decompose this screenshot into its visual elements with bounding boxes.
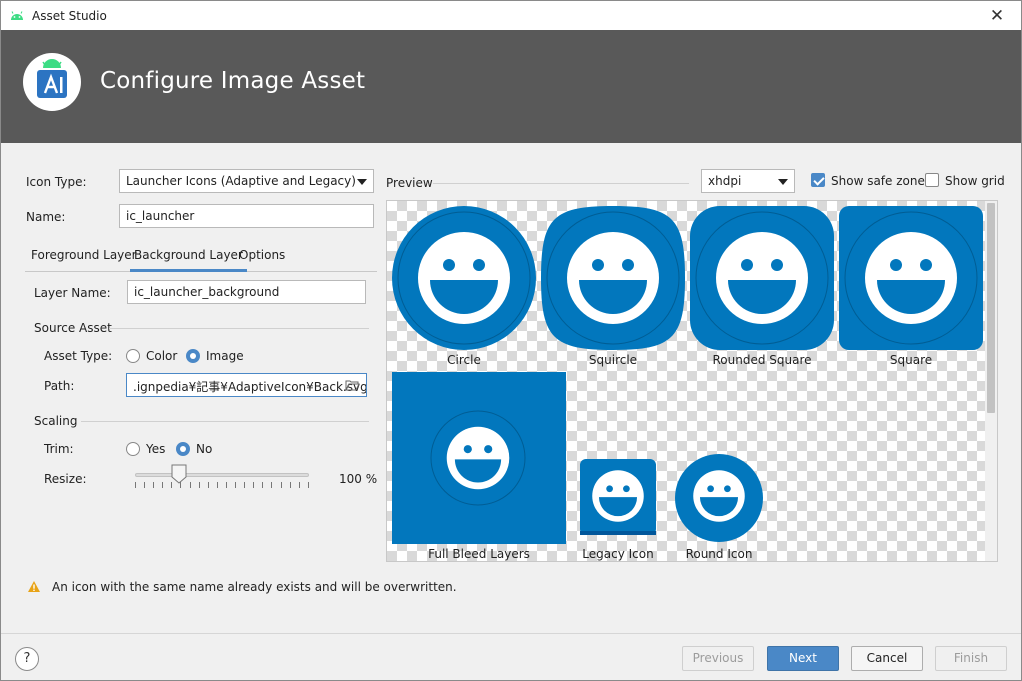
- page-title: Configure Image Asset: [100, 68, 366, 94]
- legacy-icon: [580, 459, 656, 535]
- icon-caption-rounded-square: Rounded Square: [712, 353, 812, 367]
- chevron-down-icon: [778, 179, 788, 185]
- android-studio-icon: [11, 11, 23, 20]
- preview-scrollbar[interactable]: [985, 201, 997, 561]
- asset-type-image-radio[interactable]: [186, 349, 200, 363]
- layer-tabs: Foreground Layer Background Layer Option…: [25, 242, 377, 272]
- icon-caption-round: Round Icon: [685, 547, 753, 561]
- resize-slider-thumb[interactable]: [171, 464, 187, 484]
- density-select[interactable]: xhdpi: [701, 169, 795, 193]
- icon-caption-legacy: Legacy Icon: [582, 547, 654, 561]
- asset-type-label: Asset Type:: [44, 349, 113, 363]
- rounded-square-icon: [690, 206, 834, 350]
- layer-name-label: Layer Name:: [34, 286, 111, 300]
- show-grid-checkbox[interactable]: [925, 173, 939, 187]
- preview-label: Preview: [386, 176, 433, 190]
- window-title: Asset Studio: [32, 9, 107, 23]
- header-banner: Configure Image Asset: [1, 30, 1021, 143]
- source-asset-title: Source Asset: [34, 321, 112, 335]
- square-icon: [839, 206, 983, 350]
- warning-icon: [28, 581, 40, 592]
- layer-name-input[interactable]: ic_launcher_background: [127, 280, 366, 304]
- android-studio-logo: [23, 53, 81, 111]
- icon-type-value: Launcher Icons (Adaptive and Legacy): [126, 174, 356, 188]
- icon-type-label: Icon Type:: [26, 175, 87, 189]
- trim-yes-radio[interactable]: [126, 442, 140, 456]
- tab-background-layer[interactable]: Background Layer: [130, 246, 247, 272]
- section-divider: [433, 183, 689, 184]
- trim-yes-label: Yes: [146, 442, 166, 456]
- scaling-title: Scaling: [34, 414, 78, 428]
- android-studio-logo-icon: [37, 59, 67, 98]
- trim-label: Trim:: [44, 442, 74, 456]
- show-grid-label: Show grid: [945, 174, 1005, 188]
- preview-area: Circle Squircle Rounded Square Square Fu…: [386, 200, 998, 562]
- asset-studio-window: Asset Studio ✕ Configure Image Asset Ico…: [0, 0, 1022, 681]
- trim-no-radio[interactable]: [176, 442, 190, 456]
- asset-type-color-label: Color: [146, 349, 178, 363]
- show-safe-zone-label: Show safe zone: [831, 174, 925, 188]
- icon-caption-circle: Circle: [447, 353, 481, 367]
- section-divider: [81, 421, 369, 422]
- next-button[interactable]: Next: [767, 646, 839, 671]
- resize-value: 100 %: [339, 472, 378, 486]
- resize-slider-track[interactable]: [135, 473, 309, 477]
- asset-type-color-radio[interactable]: [126, 349, 140, 363]
- section-divider: [109, 328, 369, 329]
- cancel-button[interactable]: Cancel: [851, 646, 923, 671]
- squircle-icon: [541, 206, 685, 350]
- round-icon: [675, 454, 763, 542]
- slider-ticks: [135, 482, 309, 488]
- help-button[interactable]: ?: [15, 647, 39, 671]
- density-value: xhdpi: [708, 174, 742, 188]
- asset-type-image-label: Image: [206, 349, 244, 363]
- warning-message: An icon with the same name already exist…: [52, 580, 457, 594]
- footer-divider: [1, 633, 1021, 634]
- path-input[interactable]: .ignpedia¥記事¥AdaptiveIcon¥Back.svg: [126, 373, 367, 397]
- title-bar: Asset Studio ✕: [1, 1, 1021, 30]
- preview-icons: [392, 206, 983, 544]
- finish-button[interactable]: Finish: [935, 646, 1007, 671]
- circle-icon: [392, 206, 536, 350]
- folder-icon[interactable]: [345, 379, 360, 391]
- preview-scrollbar-thumb[interactable]: [987, 203, 995, 413]
- tab-foreground-layer[interactable]: Foreground Layer: [27, 246, 141, 272]
- tab-options[interactable]: Options: [235, 246, 289, 272]
- icon-caption-full-bleed: Full Bleed Layers: [428, 547, 530, 561]
- icon-type-select[interactable]: Launcher Icons (Adaptive and Legacy): [119, 169, 374, 193]
- close-icon[interactable]: ✕: [983, 5, 1011, 27]
- show-safe-zone-checkbox[interactable]: [811, 173, 825, 187]
- trim-no-label: No: [196, 442, 213, 456]
- previous-button[interactable]: Previous: [682, 646, 754, 671]
- chevron-down-icon: [357, 179, 367, 185]
- full-bleed-layers-icon: [392, 372, 566, 544]
- name-input[interactable]: ic_launcher: [119, 204, 374, 228]
- resize-label: Resize:: [44, 472, 87, 486]
- path-label: Path:: [44, 379, 75, 393]
- icon-caption-squircle: Squircle: [588, 353, 638, 367]
- name-label: Name:: [26, 210, 66, 224]
- icon-caption-square: Square: [889, 353, 933, 367]
- path-value: .ignpedia¥記事¥AdaptiveIcon¥Back.svg: [133, 380, 367, 394]
